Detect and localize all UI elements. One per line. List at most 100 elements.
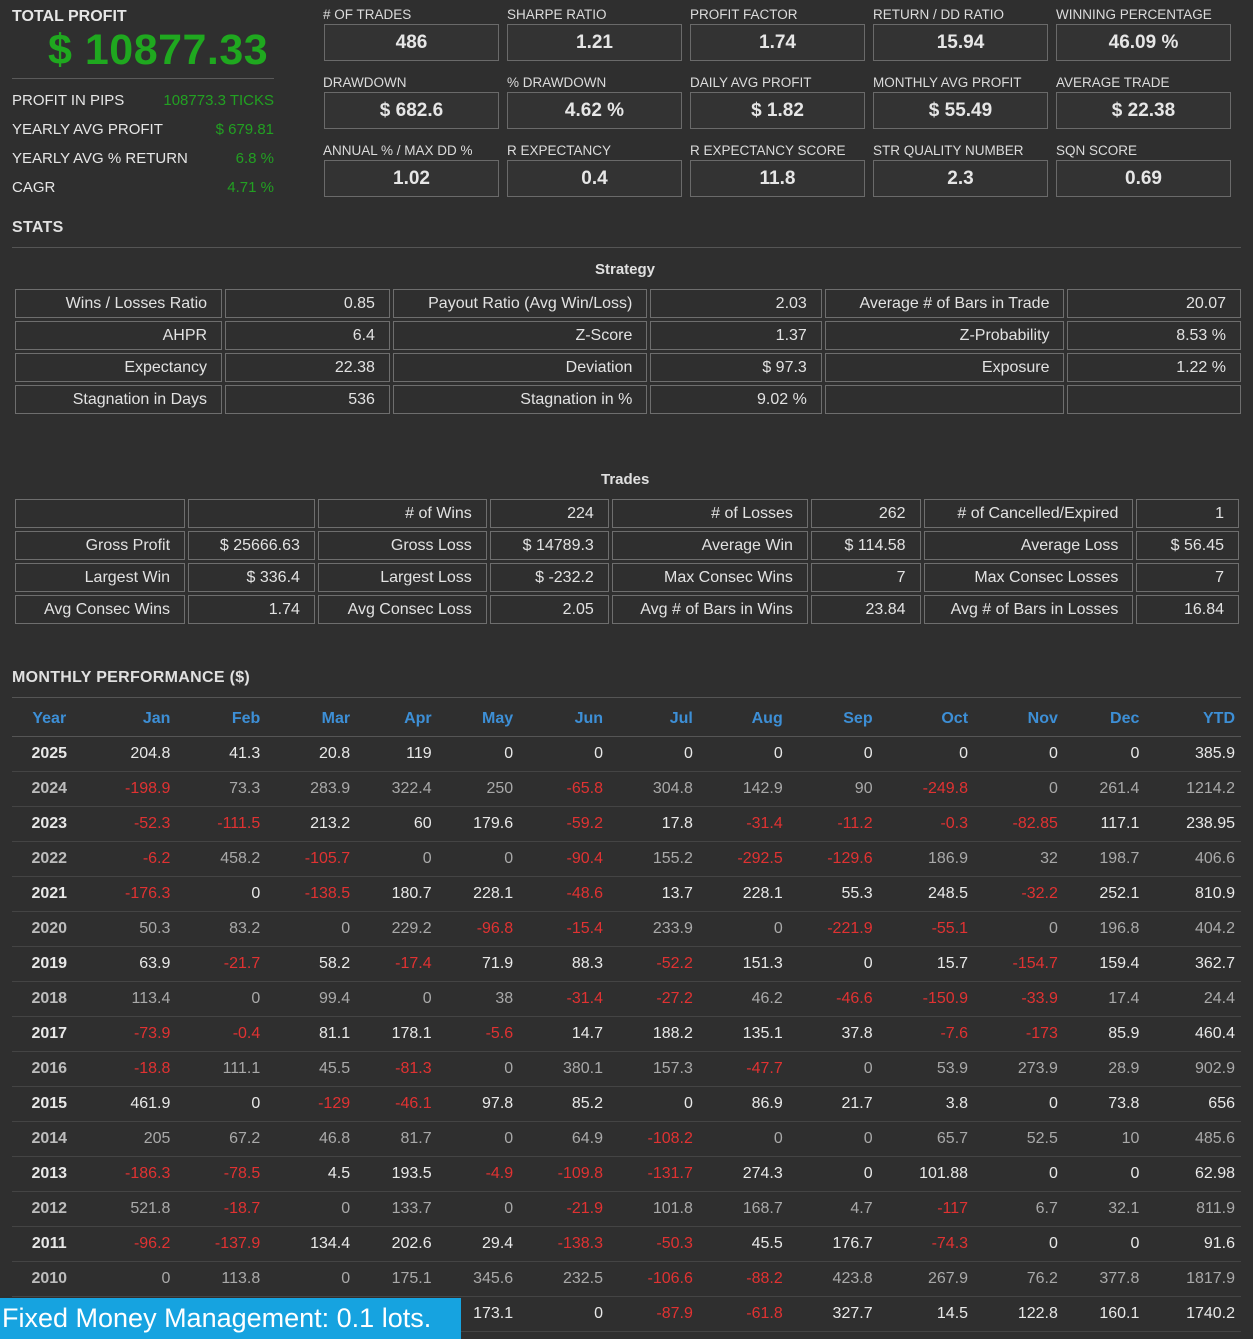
year-cell: 2021	[12, 876, 87, 912]
year-cell: 2019	[12, 946, 87, 982]
trade-label-largest-loss: Largest Loss	[317, 563, 487, 592]
column-header-dec: Dec	[1063, 702, 1146, 737]
month-value-cell: -154.7	[974, 946, 1064, 982]
month-value-cell: 73.8	[1063, 1086, 1146, 1122]
metric-label-winning-pct: WINNING PERCENTAGE	[1056, 7, 1212, 22]
month-value-cell: -221.9	[788, 911, 879, 947]
month-value-cell: -111.5	[176, 806, 267, 842]
summary-label: CAGR	[12, 179, 56, 196]
month-value-cell: 90	[788, 771, 879, 807]
metric-value-r-expectancy: 0.4	[507, 160, 682, 197]
month-value-cell: 175.1	[356, 1261, 438, 1297]
month-value-cell: 41.3	[176, 736, 267, 772]
metric-value-drawdown: $ 682.6	[324, 92, 499, 129]
stat-value: $ 97.3	[650, 353, 822, 382]
summary-value: 108773.3 TICKS	[163, 92, 274, 109]
month-value-cell: 196.8	[1063, 911, 1146, 947]
month-value-cell: -48.6	[519, 876, 610, 912]
month-value-cell: 202.6	[356, 1226, 438, 1262]
strategy-row: Stagnation in Days 536 Stagnation in % 9.02…	[15, 385, 1241, 414]
month-value-cell: -137.9	[176, 1226, 267, 1262]
summary-row-profit-in-pips: PROFIT IN PIPS 108773.3 TICKS	[12, 86, 274, 115]
summary-label: YEARLY AVG PROFIT	[12, 121, 163, 138]
metric-label-pct-drawdown: % DRAWDOWN	[507, 75, 607, 90]
metric-value-profit-factor: 1.74	[690, 24, 865, 61]
month-value-cell: 0	[788, 1121, 879, 1157]
month-value-cell: 63.9	[86, 946, 177, 982]
month-value-cell: 0	[519, 736, 610, 772]
money-management-banner: Fixed Money Management: 0.1 lots.	[0, 1298, 461, 1339]
column-header-jul: Jul	[609, 702, 699, 737]
month-value-cell: 45.5	[266, 1051, 357, 1087]
month-value-cell: 17.4	[1063, 981, 1146, 1017]
month-value-cell: 0	[698, 1121, 789, 1157]
month-value-cell: 0	[974, 736, 1064, 772]
stat-label-z-probability: Z-Probability	[824, 321, 1065, 350]
trade-label-of-losses: # of Losses	[611, 499, 808, 528]
month-value-cell: 0	[788, 946, 879, 982]
month-value-cell: -18.7	[176, 1191, 267, 1227]
trade-value: 16.84	[1136, 595, 1239, 624]
month-value-cell: 345.6	[437, 1261, 520, 1297]
stat-label-empty	[824, 385, 1065, 414]
month-value-cell: 228.1	[698, 876, 789, 912]
stat-label-z-score: Z-Score	[392, 321, 648, 350]
summary-row-yearly-avg-return: YEARLY AVG % RETURN 6.8 %	[12, 144, 274, 173]
trade-value: 23.84	[810, 595, 921, 624]
month-value-cell: 28.9	[1063, 1051, 1146, 1087]
stat-value: 22.38	[225, 353, 390, 382]
month-value-cell: 198.7	[1063, 841, 1146, 877]
column-header-aug: Aug	[698, 702, 789, 737]
stat-value: 9.02 %	[650, 385, 822, 414]
month-value-cell: 0	[266, 911, 357, 947]
month-value-cell: 0	[176, 981, 267, 1017]
metric-value-sharpe: 1.21	[507, 24, 682, 61]
month-value-cell: 3.8	[878, 1086, 975, 1122]
month-value-cell: 1740.2	[1145, 1296, 1241, 1332]
month-value-cell: 46.8	[266, 1121, 357, 1157]
monthly-row: 2025 204.8 41.3 20.8 119 0 0 0 0 0 0 0 0 385.9	[12, 736, 1241, 772]
monthly-performance-heading: MONTHLY PERFORMANCE ($)	[12, 669, 251, 686]
month-value-cell: 213.2	[266, 806, 357, 842]
month-value-cell: 460.4	[1145, 1016, 1241, 1052]
month-value-cell: -47.7	[698, 1051, 789, 1087]
year-cell: 2015	[12, 1086, 87, 1122]
month-value-cell: -6.2	[86, 841, 177, 877]
month-value-cell: 404.2	[1145, 911, 1241, 947]
monthly-row: 2012 521.8 -18.7 0 133.7 0 -21.9 101.8 168.7 4.7-…	[12, 1191, 1241, 1227]
month-value-cell: 62.98	[1145, 1156, 1241, 1192]
trades-table: # of Wins 224 # of Losses 262 # of Cancelled…	[12, 496, 1242, 627]
trade-value: $ 56.45	[1136, 531, 1239, 560]
trades-row: Gross Profit $ 25666.63 Gross Loss $ 14789.…	[15, 531, 1239, 560]
month-value-cell: 65.7	[878, 1121, 975, 1157]
metric-label-daily-avg: DAILY AVG PROFIT	[690, 75, 812, 90]
metric-value-r-expectancy-score: 11.8	[690, 160, 865, 197]
trade-value: $ -232.2	[489, 563, 609, 592]
year-cell: 2024	[12, 771, 87, 807]
month-value-cell: 322.4	[356, 771, 438, 807]
month-value-cell: 53.9	[878, 1051, 975, 1087]
metric-value-sqn-score: 0.69	[1056, 160, 1231, 197]
month-value-cell: 76.2	[974, 1261, 1064, 1297]
month-value-cell: -87.9	[609, 1296, 699, 1332]
month-value-cell: 88.3	[519, 946, 610, 982]
month-value-cell: 159.4	[1063, 946, 1146, 982]
month-value-cell: 267.9	[878, 1261, 975, 1297]
month-value-cell: -88.2	[698, 1261, 789, 1297]
trade-label-empty	[15, 499, 186, 528]
stats-divider	[12, 247, 1241, 248]
stats-heading: STATS	[12, 219, 64, 236]
monthly-row: 2023 -52.3 -111.5 213.2 60 179.6 -59.2 17.8 -31.…	[12, 806, 1241, 842]
month-value-cell: -31.4	[519, 981, 610, 1017]
month-value-cell: 304.8	[609, 771, 699, 807]
month-value-cell: 0	[86, 1261, 177, 1297]
summary-value: 4.71 %	[227, 179, 274, 196]
month-value-cell: 274.3	[698, 1156, 789, 1192]
month-value-cell: 10	[1063, 1121, 1146, 1157]
month-value-cell: 0	[974, 911, 1064, 947]
month-value-cell: 45.5	[698, 1226, 789, 1262]
month-value-cell: 461.9	[86, 1086, 177, 1122]
trades-row: Avg Consec Wins 1.74 Avg Consec Loss 2.05 Av…	[15, 595, 1239, 624]
month-value-cell: -74.3	[878, 1226, 975, 1262]
trade-value: 1	[1136, 499, 1239, 528]
